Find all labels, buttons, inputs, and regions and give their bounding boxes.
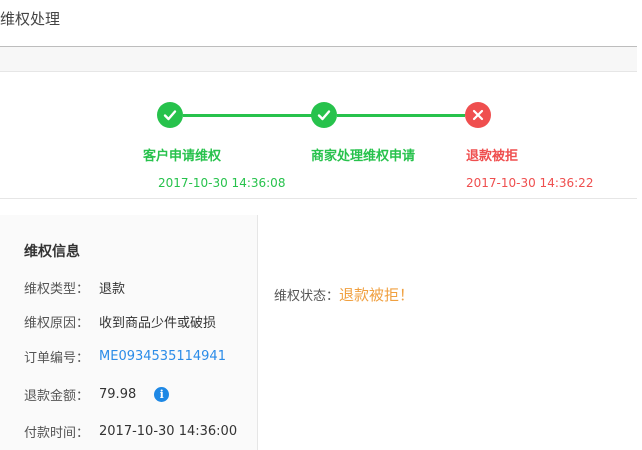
amount-value: 79.98 xyxy=(99,387,137,402)
step-1-time: 2017-10-30 14:36:08 xyxy=(158,176,286,190)
info-icon[interactable]: i xyxy=(154,387,170,402)
type-value: 退款 xyxy=(99,282,126,297)
step-3-close-icon xyxy=(465,102,491,128)
status-row: 维权状态：退款被拒！ xyxy=(274,284,414,305)
info-row-reason: 维权原因： 收到商品少件或破损 xyxy=(24,312,216,331)
progress-steps: 客户申请维权 商家处理维权申请 退款被拒 2017-10-30 14:36:08… xyxy=(0,72,637,198)
order-number-link[interactable]: ME0934535114941 xyxy=(99,349,226,364)
paytime-label: 付款时间： xyxy=(24,426,90,441)
info-row-amount: 退款金额： 79.98 i xyxy=(24,385,170,404)
step-3-time: 2017-10-30 14:36:22 xyxy=(466,176,594,190)
page-title: 维权处理 xyxy=(0,10,61,28)
panel-divider xyxy=(257,215,258,450)
step-2-check-icon xyxy=(311,102,337,128)
type-label: 维权类型： xyxy=(24,282,90,297)
header-band xyxy=(0,47,637,71)
paytime-value: 2017-10-30 14:36:00 xyxy=(99,424,238,439)
step-1-check-icon xyxy=(157,102,183,128)
status-label: 维权状态： xyxy=(274,289,340,304)
step-connector-1 xyxy=(183,114,313,117)
section-divider xyxy=(0,198,637,199)
step-2-label: 商家处理维权申请 xyxy=(311,149,416,164)
info-row-paytime: 付款时间： 2017-10-30 14:36:00 xyxy=(24,422,237,441)
info-row-order: 订单编号： ME0934535114941 xyxy=(24,347,226,366)
info-row-type: 维权类型： 退款 xyxy=(24,278,125,297)
status-value: 退款被拒！ xyxy=(339,286,415,304)
amount-label: 退款金额： xyxy=(24,389,90,404)
info-heading: 维权信息 xyxy=(24,244,80,260)
step-3-label: 退款被拒 xyxy=(466,149,519,164)
step-connector-2 xyxy=(337,114,465,117)
step-1-label: 客户申请维权 xyxy=(143,149,222,164)
reason-label: 维权原因： xyxy=(24,316,90,331)
reason-value: 收到商品少件或破损 xyxy=(99,316,217,331)
order-label: 订单编号： xyxy=(24,351,90,366)
